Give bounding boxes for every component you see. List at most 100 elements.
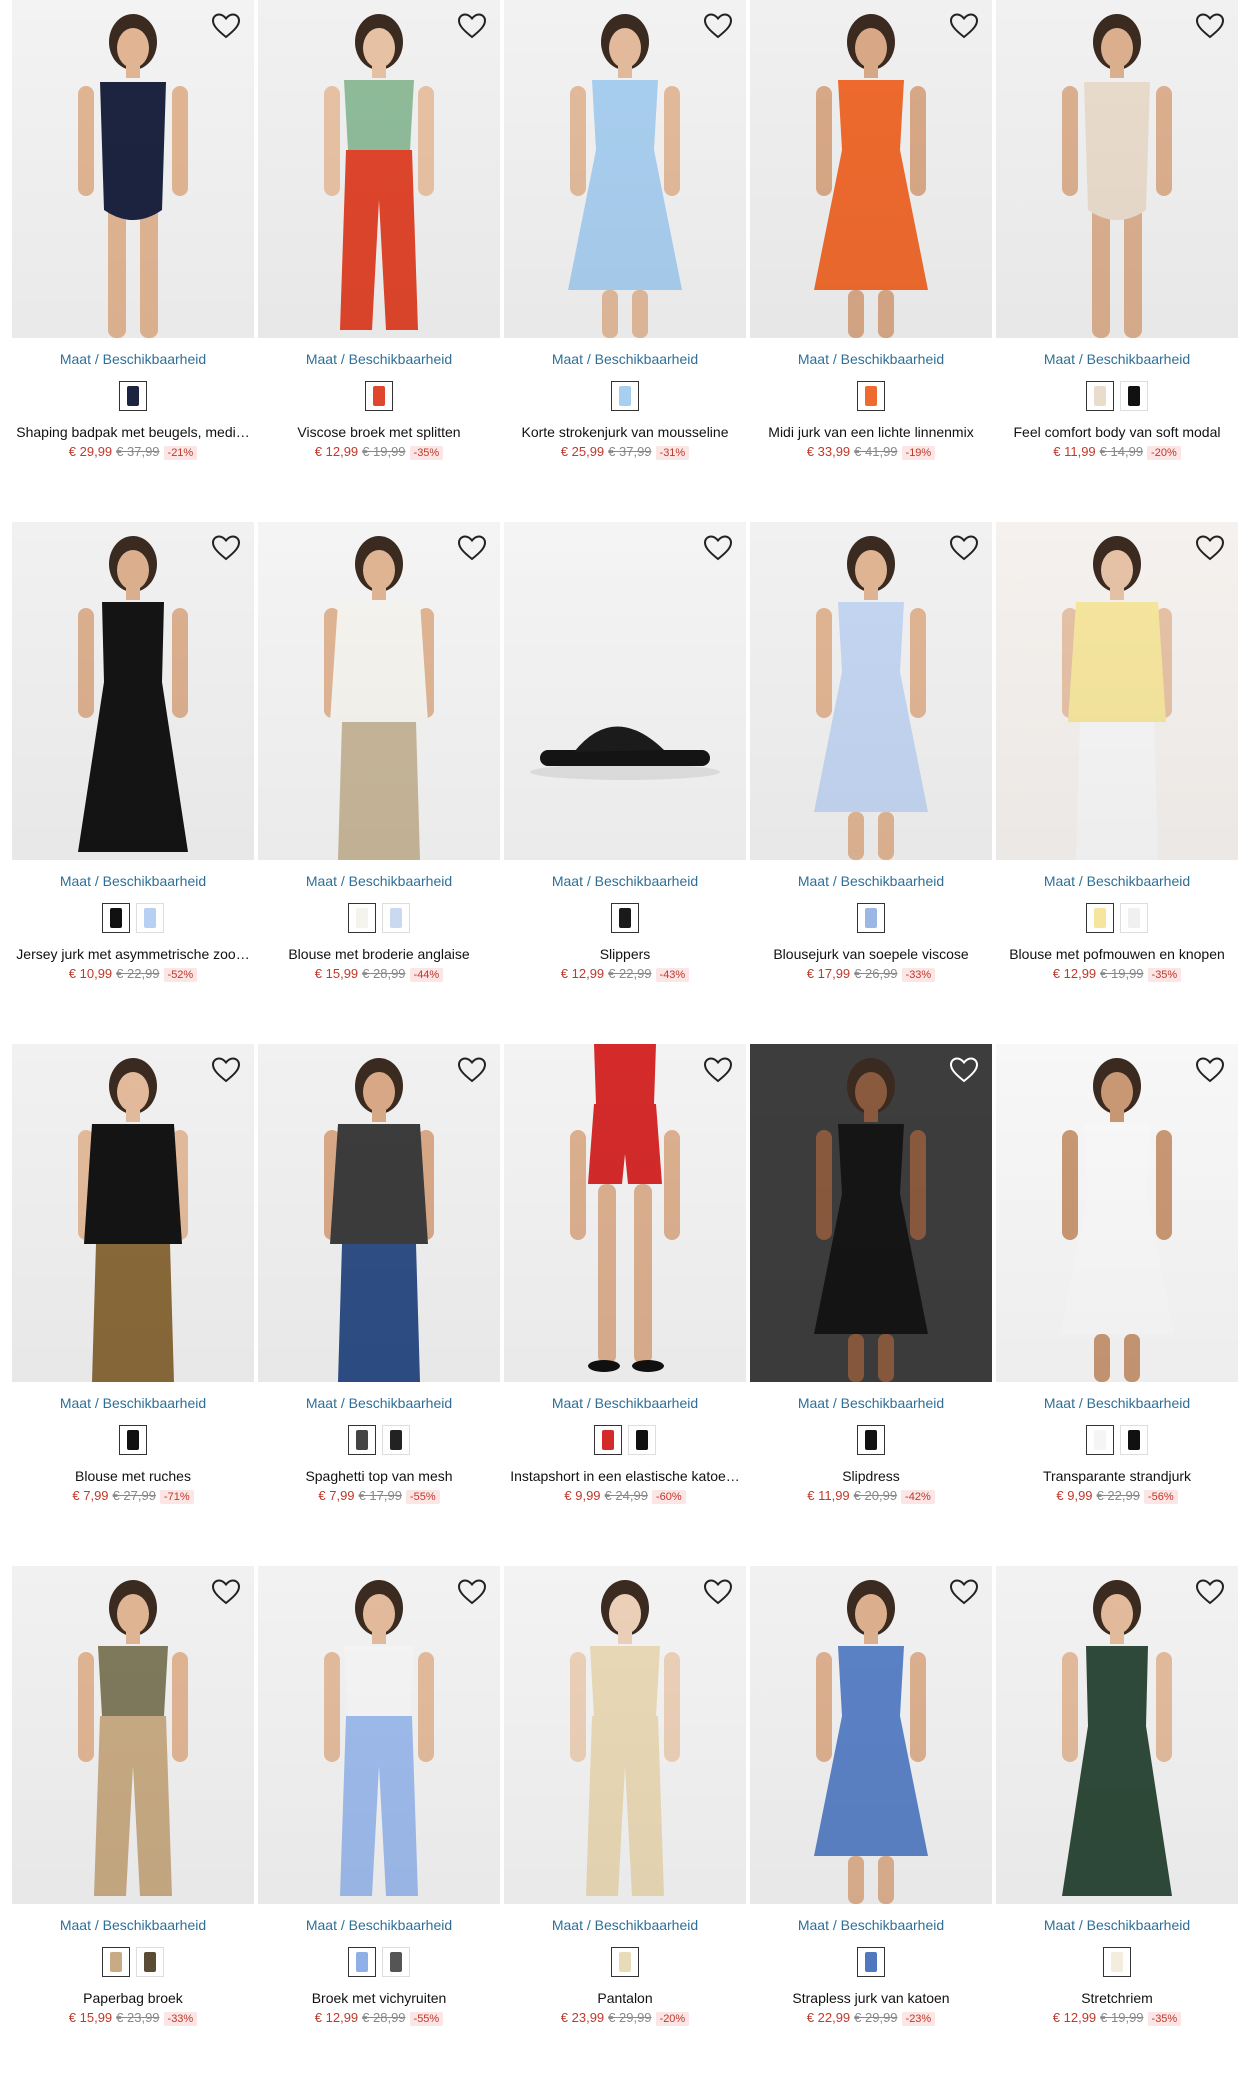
size-availability-link[interactable]: Maat / Beschikbaarheid xyxy=(306,350,452,368)
size-availability-link[interactable]: Maat / Beschikbaarheid xyxy=(552,1394,698,1412)
product-image[interactable] xyxy=(996,1044,1238,1382)
product-image[interactable] xyxy=(996,1566,1238,1904)
product-card[interactable]: Maat / Beschikbaarheid Korte strokenjurk … xyxy=(504,0,746,522)
wishlist-heart-icon[interactable] xyxy=(456,1576,488,1608)
product-card[interactable]: Maat / Beschikbaarheid Viscose broek met … xyxy=(258,0,500,522)
product-image[interactable] xyxy=(258,1044,500,1382)
color-swatch[interactable] xyxy=(102,903,130,933)
product-title[interactable]: Stretchriem xyxy=(996,1989,1238,2007)
product-image[interactable] xyxy=(750,1044,992,1382)
product-card[interactable]: Maat / Beschikbaarheid Strapless jurk van… xyxy=(750,1566,992,2088)
product-card[interactable]: Maat / Beschikbaarheid Shaping badpak met… xyxy=(12,0,254,522)
product-title[interactable]: Slippers xyxy=(504,945,746,963)
product-image[interactable] xyxy=(504,1566,746,1904)
product-title[interactable]: Instapshort in een elastische katoe… xyxy=(504,1467,746,1485)
color-swatch[interactable] xyxy=(1086,903,1114,933)
product-image[interactable] xyxy=(258,1566,500,1904)
wishlist-heart-icon[interactable] xyxy=(948,532,980,564)
size-availability-link[interactable]: Maat / Beschikbaarheid xyxy=(60,1916,206,1934)
product-card[interactable]: Maat / Beschikbaarheid Slippers € 12,99 € 2… xyxy=(504,522,746,1044)
product-image[interactable] xyxy=(996,522,1238,860)
color-swatch[interactable] xyxy=(594,1425,622,1455)
product-image[interactable] xyxy=(750,0,992,338)
product-title[interactable]: Blouse met pofmouwen en knopen xyxy=(996,945,1238,963)
product-card[interactable]: Maat / Beschikbaarheid Blouse met ruches €… xyxy=(12,1044,254,1566)
product-title[interactable]: Spaghetti top van mesh xyxy=(258,1467,500,1485)
color-swatch[interactable] xyxy=(857,1425,885,1455)
size-availability-link[interactable]: Maat / Beschikbaarheid xyxy=(1044,872,1190,890)
product-image[interactable] xyxy=(258,0,500,338)
wishlist-heart-icon[interactable] xyxy=(1194,1576,1226,1608)
color-swatch[interactable] xyxy=(382,1947,410,1977)
product-title[interactable]: Korte strokenjurk van mousseline xyxy=(504,423,746,441)
product-title[interactable]: Viscose broek met splitten xyxy=(258,423,500,441)
size-availability-link[interactable]: Maat / Beschikbaarheid xyxy=(1044,1394,1190,1412)
product-card[interactable]: Maat / Beschikbaarheid Jersey jurk met as… xyxy=(12,522,254,1044)
color-swatch[interactable] xyxy=(102,1947,130,1977)
product-title[interactable]: Blousejurk van soepele viscose xyxy=(750,945,992,963)
product-image[interactable] xyxy=(750,1566,992,1904)
product-title[interactable]: Strapless jurk van katoen xyxy=(750,1989,992,2007)
color-swatch[interactable] xyxy=(382,903,410,933)
wishlist-heart-icon[interactable] xyxy=(210,10,242,42)
product-card[interactable]: Maat / Beschikbaarheid Blouse met broderi… xyxy=(258,522,500,1044)
color-swatch[interactable] xyxy=(348,903,376,933)
color-swatch[interactable] xyxy=(136,903,164,933)
color-swatch[interactable] xyxy=(857,381,885,411)
color-swatch[interactable] xyxy=(382,1425,410,1455)
product-image[interactable] xyxy=(12,1566,254,1904)
product-card[interactable]: Maat / Beschikbaarheid Instapshort in een… xyxy=(504,1044,746,1566)
color-swatch[interactable] xyxy=(628,1425,656,1455)
product-title[interactable]: Jersey jurk met asymmetrische zoo… xyxy=(12,945,254,963)
wishlist-heart-icon[interactable] xyxy=(210,1054,242,1086)
size-availability-link[interactable]: Maat / Beschikbaarheid xyxy=(798,1916,944,1934)
wishlist-heart-icon[interactable] xyxy=(210,532,242,564)
product-title[interactable]: Midi jurk van een lichte linnenmix xyxy=(750,423,992,441)
product-card[interactable]: Maat / Beschikbaarheid Paperbag broek € 15… xyxy=(12,1566,254,2088)
size-availability-link[interactable]: Maat / Beschikbaarheid xyxy=(1044,350,1190,368)
product-card[interactable]: Maat / Beschikbaarheid Blouse met pofmouw… xyxy=(996,522,1238,1044)
wishlist-heart-icon[interactable] xyxy=(948,1054,980,1086)
size-availability-link[interactable]: Maat / Beschikbaarheid xyxy=(60,350,206,368)
wishlist-heart-icon[interactable] xyxy=(948,1576,980,1608)
product-title[interactable]: Shaping badpak met beugels, medi… xyxy=(12,423,254,441)
wishlist-heart-icon[interactable] xyxy=(1194,1054,1226,1086)
product-card[interactable]: Maat / Beschikbaarheid Pantalon € 23,99 € 2… xyxy=(504,1566,746,2088)
color-swatch[interactable] xyxy=(611,1947,639,1977)
product-title[interactable]: Blouse met broderie anglaise xyxy=(258,945,500,963)
product-image[interactable] xyxy=(996,0,1238,338)
product-image[interactable] xyxy=(258,522,500,860)
product-card[interactable]: Maat / Beschikbaarheid Blousejurk van soe… xyxy=(750,522,992,1044)
product-card[interactable]: Maat / Beschikbaarheid Stretchriem € 12,99… xyxy=(996,1566,1238,2088)
color-swatch[interactable] xyxy=(1120,381,1148,411)
wishlist-heart-icon[interactable] xyxy=(1194,10,1226,42)
color-swatch[interactable] xyxy=(1120,1425,1148,1455)
product-card[interactable]: Maat / Beschikbaarheid Midi jurk van een … xyxy=(750,0,992,522)
color-swatch[interactable] xyxy=(1120,903,1148,933)
product-image[interactable] xyxy=(12,0,254,338)
product-title[interactable]: Slipdress xyxy=(750,1467,992,1485)
product-card[interactable]: Maat / Beschikbaarheid Spaghetti top van … xyxy=(258,1044,500,1566)
wishlist-heart-icon[interactable] xyxy=(456,10,488,42)
product-card[interactable]: Maat / Beschikbaarheid Feel comfort body … xyxy=(996,0,1238,522)
product-image[interactable] xyxy=(504,522,746,860)
product-image[interactable] xyxy=(12,1044,254,1382)
wishlist-heart-icon[interactable] xyxy=(1194,532,1226,564)
wishlist-heart-icon[interactable] xyxy=(948,10,980,42)
product-title[interactable]: Blouse met ruches xyxy=(12,1467,254,1485)
wishlist-heart-icon[interactable] xyxy=(702,10,734,42)
product-title[interactable]: Paperbag broek xyxy=(12,1989,254,2007)
size-availability-link[interactable]: Maat / Beschikbaarheid xyxy=(798,872,944,890)
size-availability-link[interactable]: Maat / Beschikbaarheid xyxy=(552,350,698,368)
wishlist-heart-icon[interactable] xyxy=(702,1054,734,1086)
product-image[interactable] xyxy=(750,522,992,860)
wishlist-heart-icon[interactable] xyxy=(210,1576,242,1608)
product-card[interactable]: Maat / Beschikbaarheid Transparante stran… xyxy=(996,1044,1238,1566)
color-swatch[interactable] xyxy=(1086,1425,1114,1455)
size-availability-link[interactable]: Maat / Beschikbaarheid xyxy=(60,1394,206,1412)
size-availability-link[interactable]: Maat / Beschikbaarheid xyxy=(306,1394,452,1412)
size-availability-link[interactable]: Maat / Beschikbaarheid xyxy=(798,1394,944,1412)
color-swatch[interactable] xyxy=(1086,381,1114,411)
size-availability-link[interactable]: Maat / Beschikbaarheid xyxy=(552,1916,698,1934)
product-card[interactable]: Maat / Beschikbaarheid Slipdress € 11,99 € … xyxy=(750,1044,992,1566)
